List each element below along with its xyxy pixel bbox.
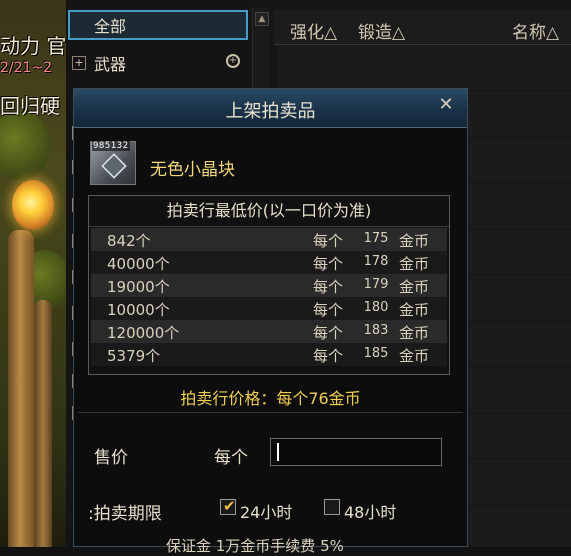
divider: [78, 412, 463, 413]
price-row-price: 180: [363, 300, 389, 315]
price-row-unit: 金币: [399, 347, 430, 365]
sell-price-input[interactable]: [270, 438, 442, 466]
price-row[interactable]: 10000个 每个 180 金币: [91, 297, 447, 320]
price-row-each: 每个: [313, 278, 344, 296]
price-row-each: 每个: [313, 324, 344, 342]
price-row-each: 每个: [313, 232, 344, 250]
period-24h-checkbox[interactable]: ✔: [220, 497, 236, 515]
price-row-each: 每个: [313, 255, 344, 273]
price-row-unit: 金币: [399, 232, 430, 250]
price-row[interactable]: 19000个 每个 179 金币: [91, 274, 447, 297]
price-row-quantity: 19000个: [107, 278, 170, 296]
price-row-unit: 金币: [399, 301, 430, 319]
per-unit-label: 每个: [214, 448, 248, 468]
text-caret: [277, 443, 279, 461]
price-row-price: 178: [363, 254, 389, 269]
dialog-title-bar[interactable]: 上架拍卖品 ✕: [74, 89, 467, 128]
foliage: [0, 110, 50, 180]
price-row-price: 179: [363, 277, 389, 292]
background-banner-text: 动力 官: [0, 34, 66, 58]
background-banner-date: 2/21~2: [0, 60, 53, 76]
price-row-each: 每个: [313, 347, 344, 365]
price-row-unit: 金币: [399, 278, 430, 296]
game-background: 动力 官 2/21~2 回归硬: [0, 0, 66, 547]
dialog-title: 上架拍卖品: [225, 101, 316, 122]
price-row-unit: 金币: [399, 324, 430, 342]
price-row-quantity: 10000个: [107, 301, 170, 319]
close-icon[interactable]: ✕: [437, 96, 455, 114]
price-row-price: 183: [363, 323, 389, 338]
price-row-each: 每个: [313, 301, 344, 319]
period-48h-checkbox[interactable]: [324, 499, 340, 515]
lantern-icon: [12, 180, 54, 230]
price-row[interactable]: 842个 每个 175 金币: [91, 228, 447, 251]
auction-period-label: :拍卖期限: [88, 504, 162, 524]
price-row[interactable]: 120000个 每个 183 金币: [91, 320, 447, 343]
column-forge[interactable]: 锻造△: [358, 18, 405, 43]
price-row-unit: 金币: [399, 255, 430, 273]
price-row-quantity: 120000个: [107, 324, 180, 342]
lowest-price-table: 拍卖行最低价(以一口价为准) 842个 每个 175 金币 40000个 每个 …: [88, 195, 450, 375]
price-table-header: 拍卖行最低价(以一口价为准): [89, 196, 449, 227]
results-header: 强化△ 锻造△ 名称△: [274, 10, 571, 45]
column-name[interactable]: 名称△: [512, 18, 559, 43]
list-item-dialog: 上架拍卖品 ✕ 985132 无色小晶块 拍卖行最低价(以一口价为准) 842个…: [73, 88, 468, 555]
column-enhance[interactable]: 强化△: [290, 18, 337, 43]
price-row[interactable]: 5379个 每个 185 金币: [91, 343, 447, 366]
category-label: 全部: [94, 17, 127, 36]
tree-trunk: [8, 230, 34, 547]
category-label: 武器: [94, 55, 127, 74]
scroll-up-icon[interactable]: ▲: [255, 12, 269, 26]
deposit-fee-note: 保证金 1万金币手续费 5%: [166, 537, 344, 555]
price-row-price: 185: [363, 346, 389, 361]
price-row-quantity: 842个: [107, 232, 151, 250]
checkmark-icon: ✔: [223, 497, 236, 515]
period-48h-label[interactable]: 48小时: [344, 499, 396, 523]
price-row-quantity: 5379个: [107, 347, 161, 365]
price-row-quantity: 40000个: [107, 255, 170, 273]
expand-icon[interactable]: +: [72, 56, 86, 70]
background-banner-text: 回归硬: [0, 94, 60, 118]
tree-trunk: [34, 300, 52, 547]
category-weapon[interactable]: + 武器 +: [66, 48, 248, 78]
category-all[interactable]: 全部: [68, 10, 248, 40]
period-24h-label[interactable]: 24小时: [240, 499, 292, 523]
price-row-price: 175: [363, 231, 389, 246]
auction-reference-price: 拍卖行价格：每个76金币: [180, 389, 361, 408]
sell-price-label: 售价: [94, 448, 128, 468]
item-name: 无色小晶块: [150, 160, 235, 180]
item-stack-count: 985132: [92, 141, 130, 151]
zoom-in-icon[interactable]: +: [226, 54, 240, 68]
price-row[interactable]: 40000个 每个 178 金币: [91, 251, 447, 274]
cube-shape: [101, 153, 127, 179]
